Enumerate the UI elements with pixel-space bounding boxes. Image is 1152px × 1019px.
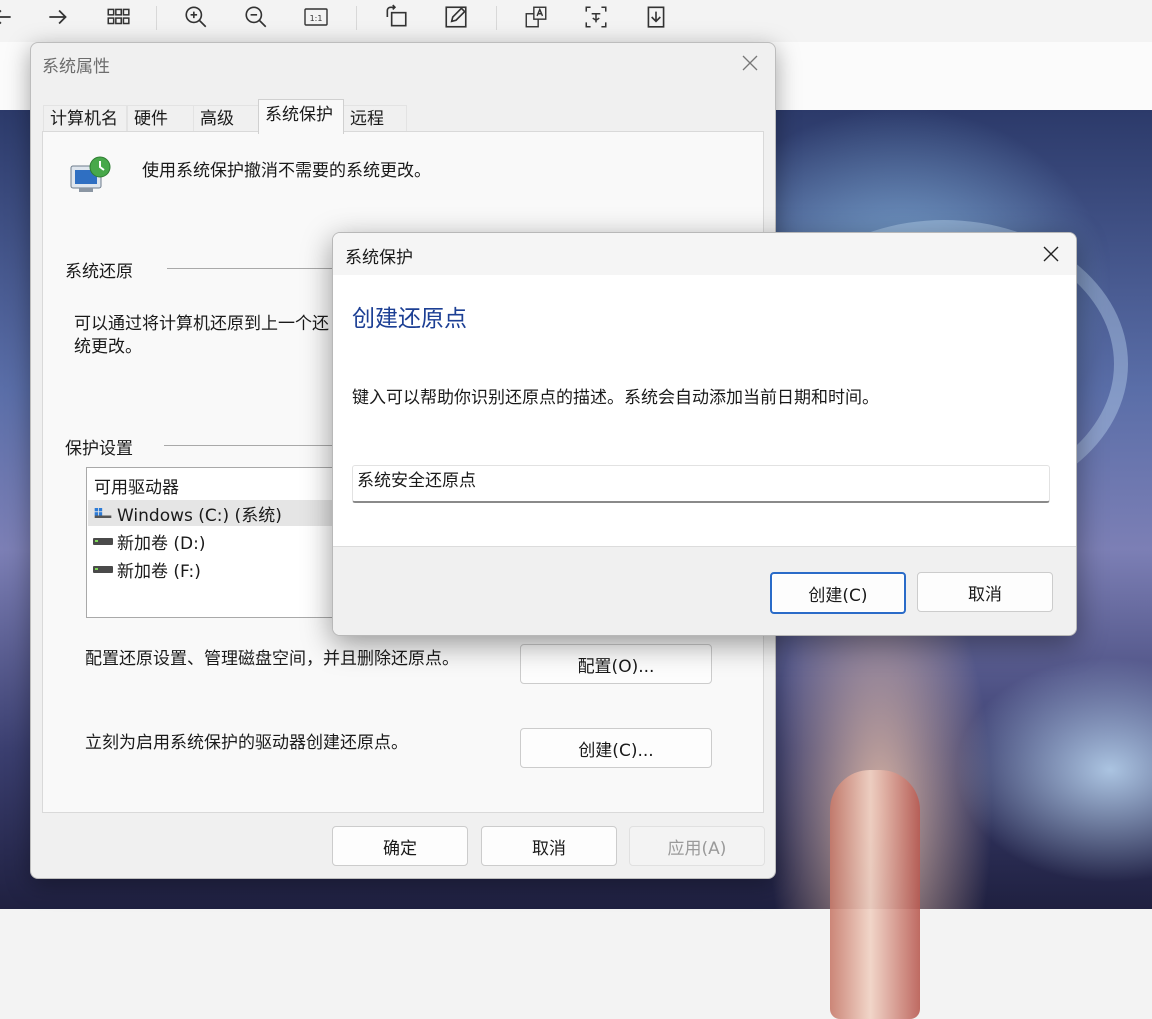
drive-label: 新加卷 (D:) bbox=[117, 533, 206, 554]
create-description: 立刻为启用系统保护的驱动器创建还原点。 bbox=[85, 733, 408, 753]
rotate-icon[interactable] bbox=[378, 0, 414, 34]
system-restore-heading: 系统还原 bbox=[65, 262, 133, 282]
drive-list[interactable]: 可用驱动器 Windows (C:) (系统) 新加卷 (D:) 新加卷 (F:… bbox=[86, 467, 352, 618]
system-protection-icon bbox=[67, 152, 115, 205]
group-divider bbox=[164, 445, 347, 446]
tab-system-protection[interactable]: 系统保护 bbox=[258, 99, 344, 134]
actual-size-icon[interactable]: 1:1 bbox=[298, 0, 334, 34]
grid-view-icon[interactable] bbox=[100, 0, 136, 34]
dialog-title: 系统保护 bbox=[345, 248, 413, 268]
drive-list-header[interactable]: 可用驱动器 bbox=[94, 473, 179, 498]
dialog-heading: 创建还原点 bbox=[352, 306, 467, 332]
drive-row-f[interactable]: 新加卷 (F:) bbox=[93, 556, 201, 582]
drive-label: 新加卷 (F:) bbox=[117, 561, 201, 582]
translate-icon[interactable] bbox=[518, 0, 554, 34]
ok-button[interactable]: 确定 bbox=[332, 826, 468, 866]
configure-button[interactable]: 配置(O)... bbox=[520, 644, 712, 684]
close-icon[interactable] bbox=[1036, 241, 1066, 267]
restore-point-description-input[interactable] bbox=[352, 465, 1050, 503]
dialog-create-button[interactable]: 创建(C) bbox=[770, 572, 906, 614]
drive-row-c[interactable]: Windows (C:) (系统) bbox=[88, 500, 352, 526]
toolbar-separator bbox=[496, 6, 497, 30]
intro-text: 使用系统保护撤消不需要的系统更改。 bbox=[142, 161, 431, 181]
apply-button[interactable]: 应用(A) bbox=[629, 826, 765, 866]
restore-description-line1: 可以通过将计算机还原到上一个还 bbox=[74, 314, 329, 334]
dialog-cancel-button[interactable]: 取消 bbox=[917, 572, 1053, 612]
zoom-in-icon[interactable] bbox=[178, 0, 214, 34]
tab-advanced[interactable]: 高级 bbox=[193, 105, 261, 132]
close-icon[interactable] bbox=[735, 51, 765, 75]
restore-description-line2: 统更改。 bbox=[74, 337, 142, 357]
toolbar-separator bbox=[356, 6, 357, 30]
drive-label: Windows (C:) (系统) bbox=[117, 505, 282, 526]
zoom-out-icon[interactable] bbox=[238, 0, 274, 34]
dialog-titlebar: 系统保护 bbox=[333, 233, 1076, 275]
window-title: 系统属性 bbox=[42, 57, 110, 77]
configure-description: 配置还原设置、管理磁盘空间，并且删除还原点。 bbox=[85, 649, 459, 669]
wallpaper-figure-shape bbox=[830, 770, 920, 1019]
forward-arrow-icon[interactable] bbox=[40, 0, 76, 34]
create-restore-point-button[interactable]: 创建(C)... bbox=[520, 728, 712, 768]
drive-row-d[interactable]: 新加卷 (D:) bbox=[93, 528, 206, 554]
back-arrow-icon[interactable] bbox=[0, 0, 20, 34]
svg-text:1:1: 1:1 bbox=[310, 14, 323, 23]
image-viewer-toolbar: 1:1 bbox=[0, 0, 1152, 42]
hard-drive-icon bbox=[93, 566, 113, 573]
group-divider bbox=[167, 268, 347, 269]
ocr-icon[interactable] bbox=[578, 0, 614, 34]
create-restore-point-dialog: 系统保护 创建还原点 键入可以帮助你识别还原点的描述。系统会自动添加当前日期和时… bbox=[332, 232, 1077, 636]
system-drive-icon bbox=[94, 508, 112, 518]
dialog-description: 键入可以帮助你识别还原点的描述。系统会自动添加当前日期和时间。 bbox=[352, 388, 879, 408]
cancel-button[interactable]: 取消 bbox=[481, 826, 617, 866]
tab-remote[interactable]: 远程 bbox=[343, 105, 407, 132]
tab-computer-name[interactable]: 计算机名 bbox=[43, 105, 127, 132]
dialog-footer: 创建(C) 取消 bbox=[333, 546, 1076, 635]
edit-icon[interactable] bbox=[438, 0, 474, 34]
download-icon[interactable] bbox=[638, 0, 674, 34]
protection-settings-heading: 保护设置 bbox=[65, 439, 133, 459]
hard-drive-icon bbox=[93, 538, 113, 545]
tab-hardware[interactable]: 硬件 bbox=[127, 105, 195, 132]
toolbar-separator bbox=[156, 6, 157, 30]
